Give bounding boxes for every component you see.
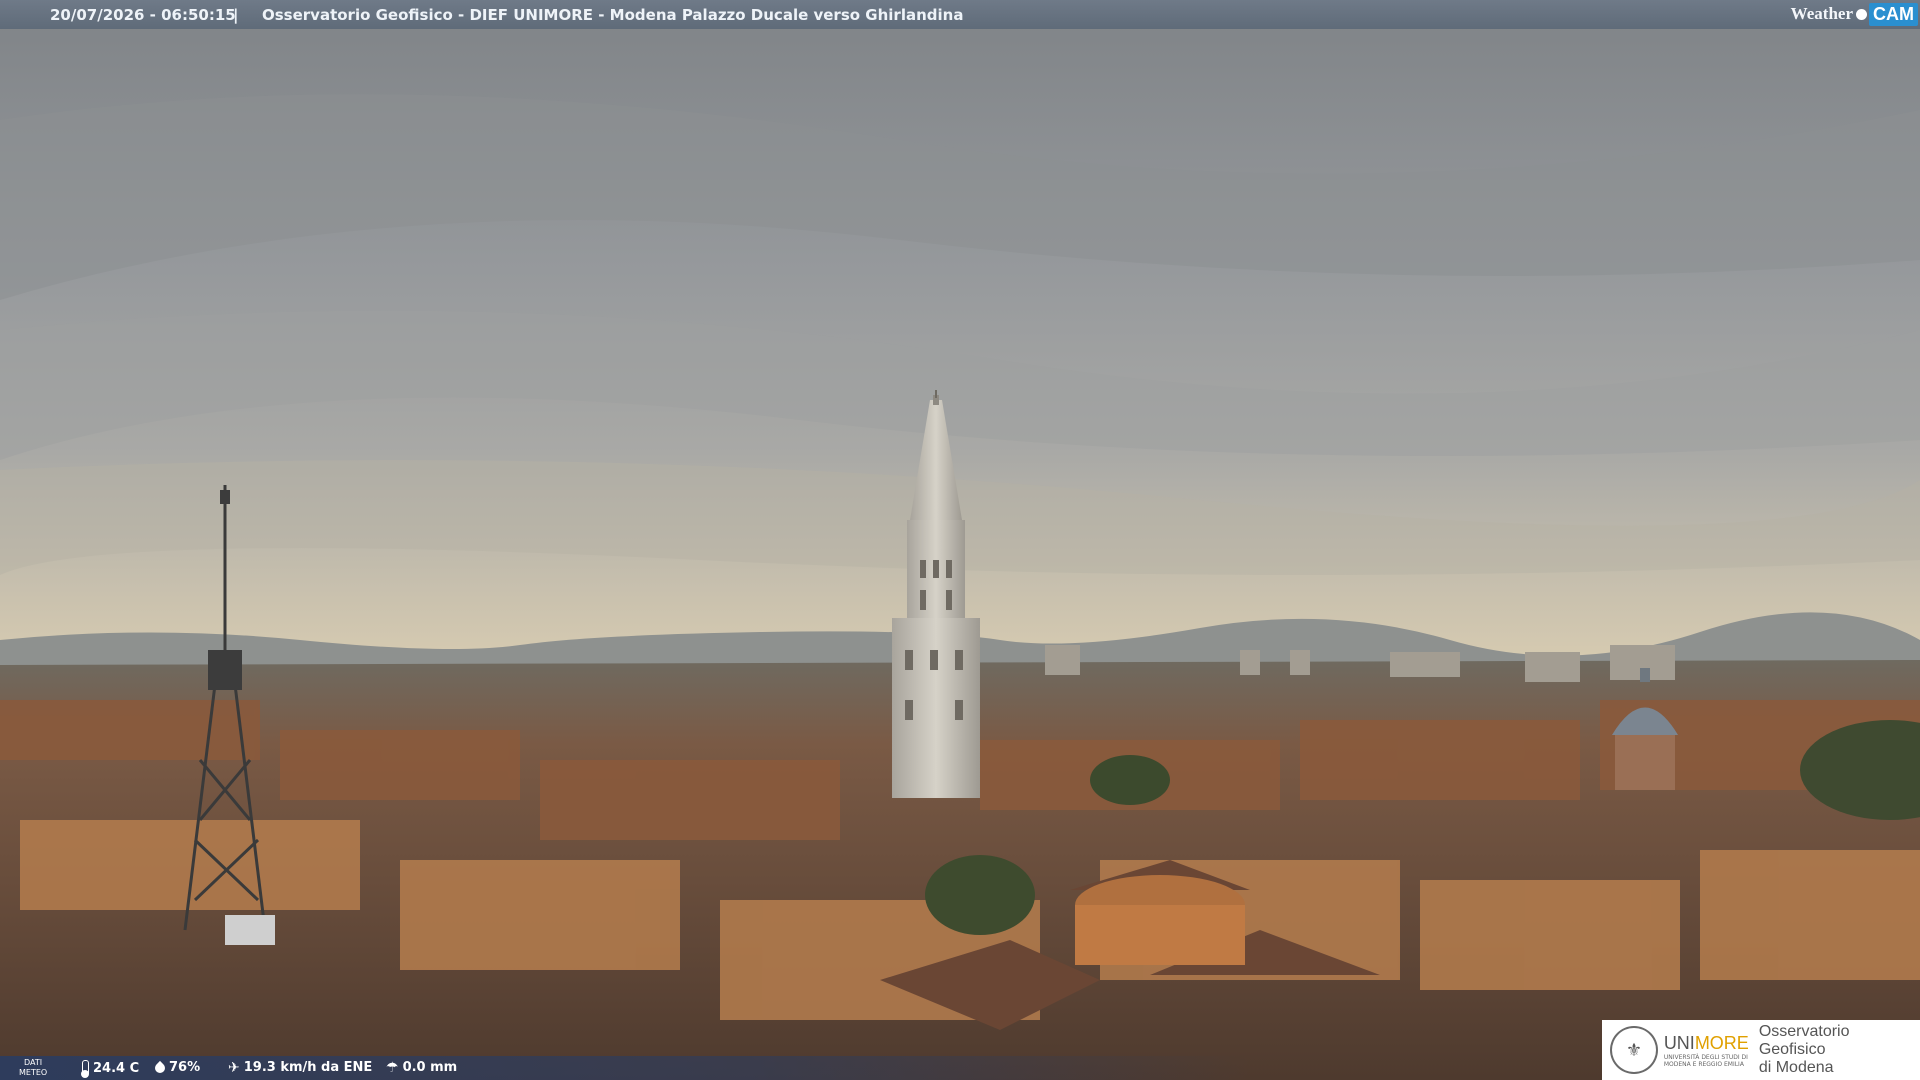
university-line1: UNIVERSITÀ DEGLI STUDI DI (1663, 1053, 1748, 1061)
temperature-reading: 24.4 C (81, 1060, 140, 1078)
title-separator: | (233, 6, 239, 24)
webcam-title-bar: 20/07/2026 - 06:50:15 | Osservatorio Geo… (0, 0, 1920, 29)
wind-icon: ✈ (228, 1059, 240, 1076)
humidity-reading: 76% (152, 1060, 201, 1075)
brand-weather-text: Weather (1790, 4, 1853, 23)
unimore-name-part2: MORE (1694, 1032, 1749, 1053)
timestamp: 20/07/2026 - 06:50:15 (50, 6, 236, 24)
unimore-name-part1: UNI (1663, 1032, 1695, 1053)
brand-dot-icon (1856, 8, 1867, 20)
unimore-name: UNIMORE (1664, 1033, 1749, 1054)
meteo-label-line1: DATI (24, 1058, 43, 1067)
webcam-scene (0, 0, 1920, 1080)
rain-value: 0.0 mm (402, 1060, 458, 1075)
observatory-name: Osservatorio Geofisico di Modena (1759, 1023, 1920, 1077)
university-line2: MODENA E REGGIO EMILIA (1663, 1060, 1744, 1068)
meteo-label-line2: METEO (19, 1068, 48, 1077)
unimore-logo-panel: ⚜ UNIMORE UNIVERSITÀ DEGLI STUDI DI MODE… (1602, 1020, 1920, 1080)
humidity-value: 76% (169, 1060, 201, 1075)
weather-data-strip: DATI METEO 24.4 C 76% ✈ 19.3 km/h da ENE… (0, 1056, 1250, 1080)
camera-caption: Osservatorio Geofisico - DIEF UNIMORE - … (262, 6, 964, 24)
thermometer-icon (81, 1060, 89, 1078)
meteo-label: DATI METEO (19, 1058, 47, 1078)
weathercam-logo: Weather CAM (1791, 2, 1918, 26)
humidity-drop-icon (152, 1060, 168, 1075)
university-seal-icon: ⚜ (1610, 1026, 1658, 1074)
temperature-value: 24.4 C (93, 1060, 140, 1076)
rain-reading: ☂ 0.0 mm (386, 1060, 457, 1075)
observatory-line2: di Modena (1758, 1059, 1834, 1076)
brand-cam-text: CAM (1869, 2, 1918, 26)
observatory-line1: Osservatorio Geofisico (1758, 1023, 1850, 1058)
wind-value: 19.3 km/h da ENE (243, 1060, 373, 1075)
unimore-wordmark: UNIMORE UNIVERSITÀ DEGLI STUDI DI MODENA… (1664, 1033, 1749, 1068)
rain-icon: ☂ (386, 1059, 399, 1076)
wind-reading: ✈ 19.3 km/h da ENE (228, 1060, 372, 1075)
